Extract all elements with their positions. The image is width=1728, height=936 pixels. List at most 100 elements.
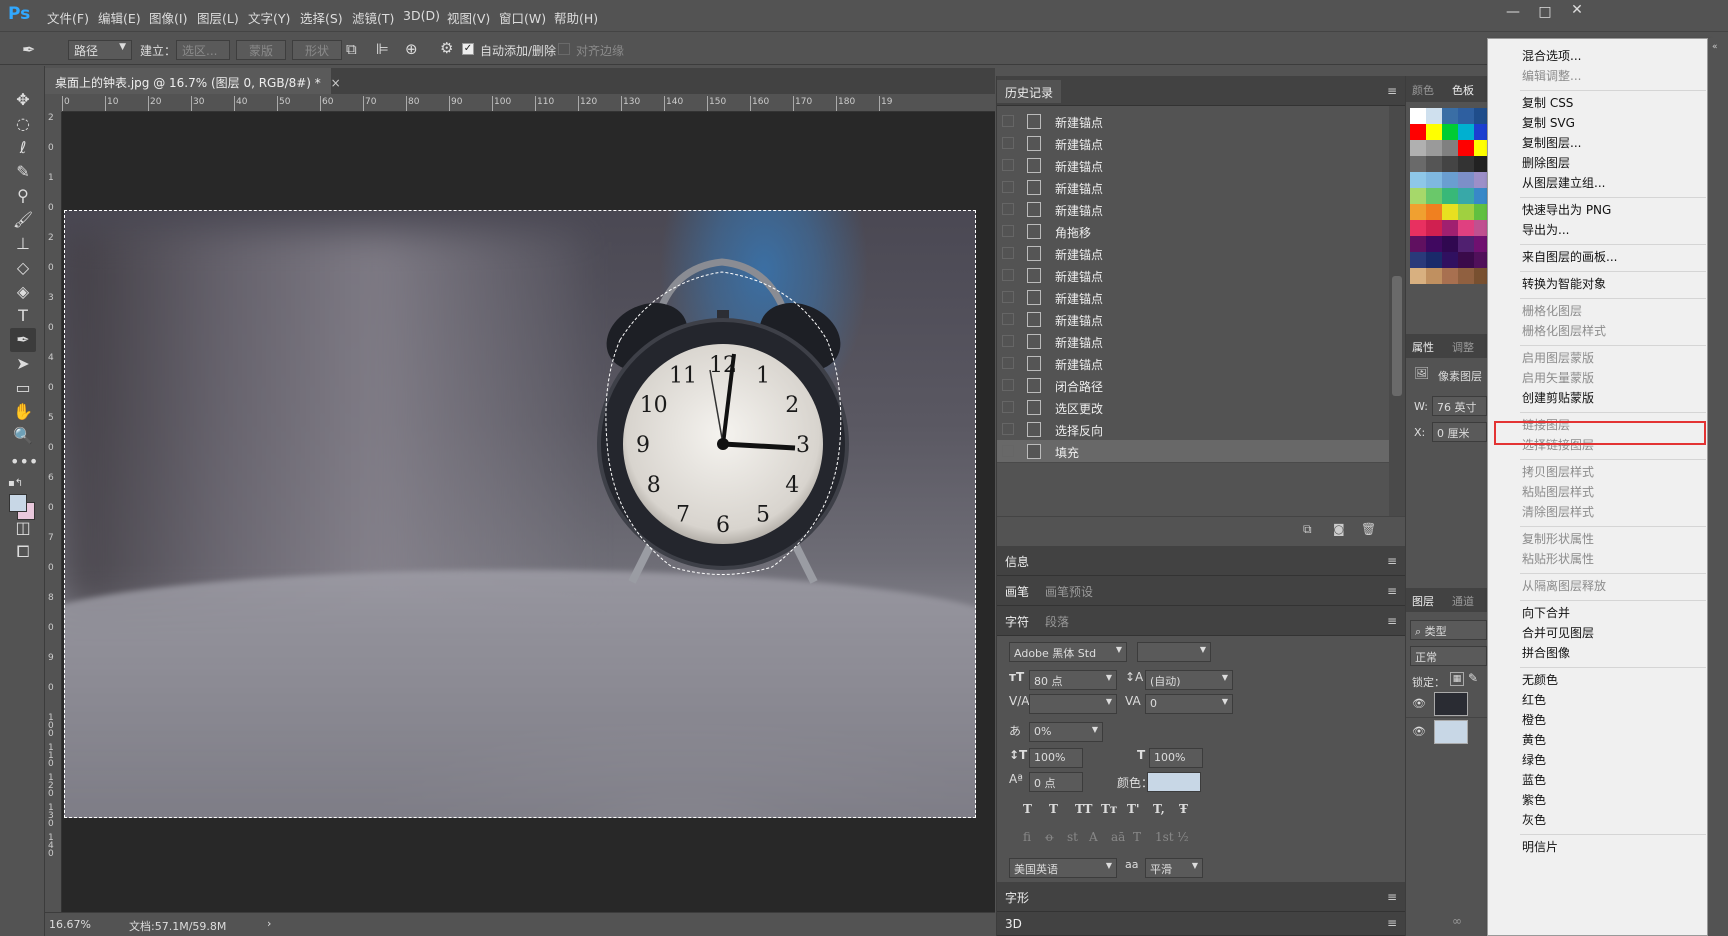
move-tool-icon[interactable]: ✥ bbox=[10, 88, 36, 112]
tab-adjustments[interactable]: 调整 bbox=[1452, 339, 1474, 355]
history-snapshot-checkbox[interactable] bbox=[1002, 203, 1014, 215]
marquee-tool-icon[interactable]: ◌ bbox=[10, 112, 36, 136]
color-swatch[interactable] bbox=[1410, 140, 1426, 156]
menu-view[interactable]: 视图(V) bbox=[447, 8, 490, 27]
context-menu-item[interactable]: 栅格化图层 bbox=[1522, 302, 1582, 319]
opentype-button[interactable]: T bbox=[1133, 830, 1141, 844]
color-swatch[interactable] bbox=[1458, 172, 1474, 188]
menu-image[interactable]: 图像(I) bbox=[149, 8, 187, 27]
color-swatch[interactable] bbox=[1442, 236, 1458, 252]
build-selection-button[interactable]: 选区... bbox=[176, 40, 230, 60]
context-menu-item[interactable]: 紫色 bbox=[1522, 791, 1546, 808]
font-style-button[interactable]: Tт bbox=[1101, 802, 1117, 816]
quick-select-tool-icon[interactable]: ✎ bbox=[10, 160, 36, 184]
tab-color[interactable]: 颜色 bbox=[1412, 82, 1434, 98]
baseline-shift-field[interactable]: 0 点 bbox=[1029, 772, 1083, 792]
color-swatch[interactable] bbox=[1410, 124, 1426, 140]
quick-mask-icon[interactable]: ◫ bbox=[10, 516, 36, 540]
color-swatch[interactable] bbox=[1410, 236, 1426, 252]
close-icon[interactable]: × bbox=[331, 76, 341, 90]
width-field[interactable]: 76 英寸 bbox=[1432, 396, 1487, 416]
context-menu-item[interactable]: 栅格化图层样式 bbox=[1522, 322, 1606, 339]
history-snapshot-checkbox[interactable] bbox=[1002, 159, 1014, 171]
lasso-tool-icon[interactable]: ℓ bbox=[10, 136, 36, 160]
eraser-tool-icon[interactable]: ◇ bbox=[10, 256, 36, 280]
tab-info[interactable]: 信息 bbox=[997, 553, 1037, 570]
tab-layers[interactable]: 图层 bbox=[1412, 593, 1434, 609]
history-item[interactable]: 填充 bbox=[997, 440, 1389, 463]
menu-help[interactable]: 帮助(H) bbox=[554, 8, 598, 27]
status-chevron-icon[interactable]: › bbox=[267, 917, 271, 930]
color-swatch[interactable] bbox=[1458, 156, 1474, 172]
font-style-button[interactable]: Ŧ bbox=[1179, 802, 1188, 816]
paint-bucket-tool-icon[interactable]: ◈ bbox=[10, 280, 36, 304]
history-item[interactable]: 新建锚点 bbox=[997, 132, 1389, 155]
color-swatch[interactable] bbox=[1426, 156, 1442, 172]
language-select[interactable]: 美国英语 ▼ bbox=[1009, 858, 1117, 878]
panel-menu-icon[interactable]: ≡ bbox=[1387, 890, 1397, 904]
context-menu-item[interactable]: 灰色 bbox=[1522, 811, 1546, 828]
context-menu-item[interactable]: 拷贝图层样式 bbox=[1522, 463, 1594, 480]
color-swatch[interactable] bbox=[1442, 204, 1458, 220]
menu-edit[interactable]: 编辑(E) bbox=[98, 8, 141, 27]
context-menu-item[interactable]: 黄色 bbox=[1522, 731, 1546, 748]
color-swatch[interactable] bbox=[1410, 188, 1426, 204]
pen-tool-preset-icon[interactable]: ✒ bbox=[22, 40, 35, 59]
color-swatch[interactable] bbox=[1426, 188, 1442, 204]
color-swatch[interactable] bbox=[1410, 172, 1426, 188]
color-swatch[interactable] bbox=[1442, 268, 1458, 284]
type-tool-icon[interactable]: T bbox=[10, 304, 36, 328]
context-menu-item[interactable]: 粘贴图层样式 bbox=[1522, 483, 1594, 500]
context-menu-item[interactable]: 合并可见图层 bbox=[1522, 624, 1594, 641]
leading-field[interactable]: (自动) ▼ bbox=[1145, 670, 1233, 690]
color-swatch[interactable] bbox=[1442, 220, 1458, 236]
tab-history[interactable]: 历史记录 bbox=[997, 80, 1062, 103]
foreground-color-swatch[interactable] bbox=[9, 494, 27, 512]
history-snapshot-checkbox[interactable] bbox=[1002, 357, 1014, 369]
menu-file[interactable]: 文件(F) bbox=[47, 8, 89, 27]
color-swatch[interactable] bbox=[1442, 188, 1458, 204]
zoom-tool-icon[interactable]: 🔍 bbox=[10, 424, 36, 448]
color-swatch[interactable] bbox=[1426, 268, 1442, 284]
context-menu-item[interactable]: 复制 CSS bbox=[1522, 94, 1573, 111]
opentype-button[interactable]: ꝋ bbox=[1045, 830, 1054, 844]
history-snapshot-checkbox[interactable] bbox=[1002, 269, 1014, 281]
font-style-select[interactable]: ▼ bbox=[1137, 642, 1211, 662]
pen-tool-icon[interactable]: ✒ bbox=[10, 328, 36, 352]
context-menu-item[interactable]: 来自图层的画板... bbox=[1522, 248, 1617, 265]
color-swatch[interactable] bbox=[1442, 108, 1458, 124]
color-swatch[interactable] bbox=[1442, 252, 1458, 268]
stamp-tool-icon[interactable]: ⊥ bbox=[10, 232, 36, 256]
font-style-button[interactable]: T, bbox=[1153, 802, 1165, 816]
maximize-button[interactable]: □ bbox=[1530, 4, 1560, 24]
build-mask-button[interactable]: 蒙版 bbox=[236, 40, 286, 60]
menu-filter[interactable]: 滤镜(T) bbox=[352, 8, 394, 27]
history-item[interactable]: 角拖移 bbox=[997, 220, 1389, 243]
panel-menu-icon[interactable]: ≡ bbox=[1387, 84, 1397, 98]
layer-row[interactable]: 👁 bbox=[1406, 718, 1487, 746]
history-item[interactable]: 新建锚点 bbox=[997, 264, 1389, 287]
history-snapshot-checkbox[interactable] bbox=[1002, 379, 1014, 391]
pen-mode-select[interactable]: 路径 ▼ bbox=[68, 40, 132, 60]
font-family-select[interactable]: Adobe 黑体 Std ▼ bbox=[1009, 642, 1127, 662]
layer-filter-select[interactable]: ⌕ 类型 bbox=[1410, 620, 1487, 640]
context-menu-item[interactable]: 复制 SVG bbox=[1522, 114, 1575, 131]
history-item[interactable]: 新建锚点 bbox=[997, 176, 1389, 199]
history-scroll-thumb[interactable] bbox=[1392, 276, 1402, 396]
context-menu-item[interactable]: 清除图层样式 bbox=[1522, 503, 1594, 520]
menu-select[interactable]: 选择(S) bbox=[300, 8, 343, 27]
color-swatch[interactable] bbox=[1458, 252, 1474, 268]
eyedropper-tool-icon[interactable]: ⚲ bbox=[10, 184, 36, 208]
history-item[interactable]: 新建锚点 bbox=[997, 110, 1389, 133]
tab-glyphs[interactable]: 字形 bbox=[997, 889, 1037, 906]
context-menu-item[interactable]: 蓝色 bbox=[1522, 771, 1546, 788]
font-style-button[interactable]: T bbox=[1023, 802, 1032, 816]
brush-tool-icon[interactable]: 🖌 bbox=[10, 208, 36, 232]
history-snapshot-checkbox[interactable] bbox=[1002, 401, 1014, 413]
history-snapshot-checkbox[interactable] bbox=[1002, 137, 1014, 149]
history-item[interactable]: 新建锚点 bbox=[997, 330, 1389, 353]
default-colors-icon[interactable]: ▪↰ bbox=[8, 478, 23, 489]
color-swatch[interactable] bbox=[1426, 140, 1442, 156]
context-menu-item[interactable]: 红色 bbox=[1522, 691, 1546, 708]
screen-mode-icon[interactable]: ⧠ bbox=[10, 540, 36, 564]
